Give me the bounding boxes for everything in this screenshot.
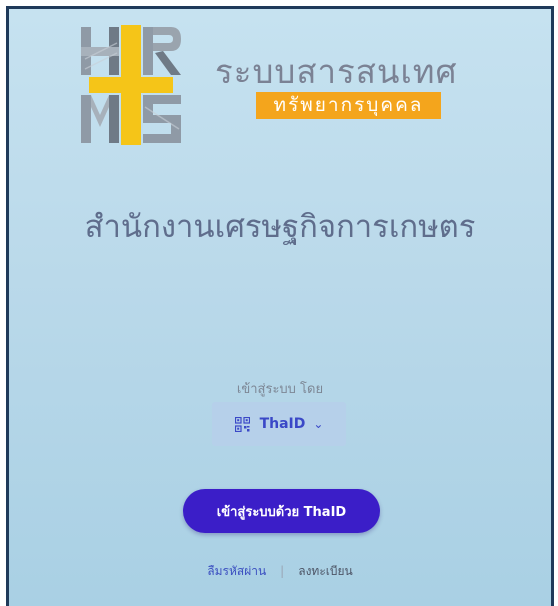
forgot-password-link[interactable]: ลืมรหัสผ่าน bbox=[207, 564, 266, 578]
app-title: ระบบสารสนเทศ bbox=[215, 52, 458, 91]
login-prompt: เข้าสู่ระบบ โดย bbox=[236, 382, 324, 397]
login-thaid-button[interactable]: เข้าสู่ระบบด้วย ThaID bbox=[183, 489, 380, 533]
login-provider-label: ThaID bbox=[259, 416, 306, 432]
login-provider-dropdown[interactable]: ThaID ⌄ bbox=[212, 402, 346, 446]
app-subtitle: ทรัพยากรบุคคล bbox=[256, 92, 441, 119]
register-link[interactable]: ลงทะเบียน bbox=[298, 564, 353, 578]
organization-name: สำนักงานเศรษฐกิจการเกษตร bbox=[84, 209, 476, 245]
login-card: ระบบสารสนเทศ ทรัพยากรบุคคล สำนักงานเศรษฐ… bbox=[6, 6, 554, 606]
chevron-down-icon: ⌄ bbox=[313, 417, 324, 431]
hrms-logo bbox=[81, 25, 181, 145]
qr-code-icon bbox=[234, 416, 250, 432]
link-separator: | bbox=[280, 564, 285, 578]
account-links: ลืมรหัสผ่าน | ลงทะเบียน bbox=[9, 562, 551, 581]
